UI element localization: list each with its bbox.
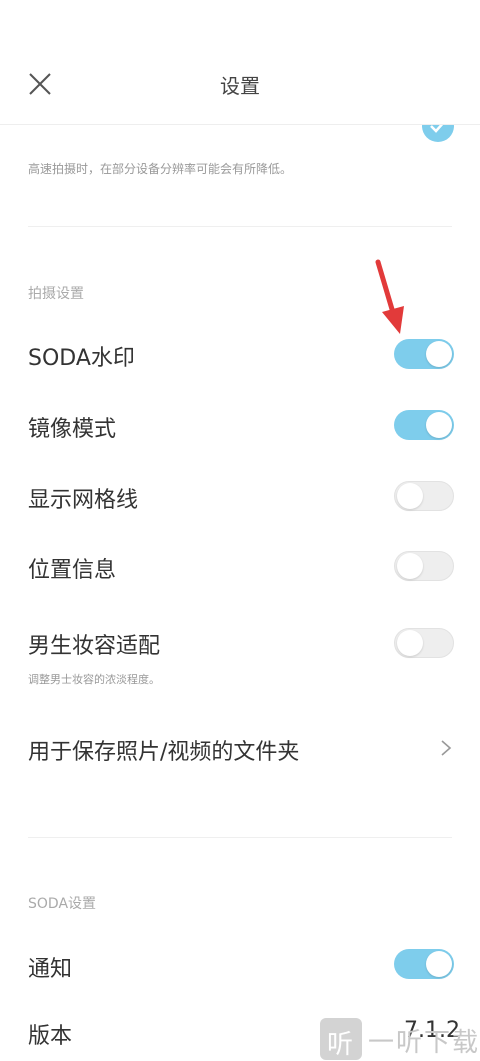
toggle-knob: [426, 951, 452, 977]
notification-label: 通知: [28, 957, 73, 982]
speed-hint-text: 高速拍摄时，在部分设备分辨率可能会有所降低。: [28, 162, 293, 176]
toggle-knob: [397, 483, 423, 509]
section-title-shooting: 拍摄设置: [28, 286, 84, 302]
mirror-mode-label: 镜像模式: [28, 417, 117, 442]
red-arrow-annotation: [366, 258, 410, 342]
notification-toggle[interactable]: [394, 949, 454, 979]
version-label: 版本: [28, 1024, 73, 1049]
section-divider: [28, 226, 452, 227]
toggle-knob: [426, 341, 452, 367]
male-makeup-label: 男生妆容适配: [28, 634, 161, 659]
save-folder-link[interactable]: 用于保存照片/视频的文件夹: [28, 734, 299, 766]
mirror-mode-toggle[interactable]: [394, 410, 454, 440]
section-divider-2: [28, 837, 452, 838]
watermark-text: 一听下载: [368, 1028, 480, 1058]
chevron-right-icon: [438, 738, 454, 762]
page-title-overlay: 设置: [220, 74, 260, 98]
male-makeup-hint: 调整男士妆容的浓淡程度。: [28, 673, 160, 686]
header-divider-line: [0, 124, 480, 125]
grid-lines-label: 显示网格线: [28, 488, 139, 513]
grid-lines-toggle[interactable]: [394, 481, 454, 511]
male-makeup-toggle[interactable]: [394, 628, 454, 658]
location-info-label: 位置信息: [28, 558, 117, 583]
toggle-knob: [397, 553, 423, 579]
soda-watermark-label: SODA水印: [28, 346, 135, 371]
toggle-knob: [426, 412, 452, 438]
header-overlay: 设置: [0, 0, 480, 125]
watermark-icon: 听: [320, 1018, 362, 1060]
toggle-knob: [397, 630, 423, 656]
watermark-icon-char: 听: [327, 1030, 354, 1060]
location-info-toggle[interactable]: [394, 551, 454, 581]
section-title-soda: SODA设置: [28, 896, 97, 912]
soda-watermark-toggle[interactable]: [394, 339, 454, 369]
watermark-logo: 听 一听下载: [318, 1012, 480, 1061]
